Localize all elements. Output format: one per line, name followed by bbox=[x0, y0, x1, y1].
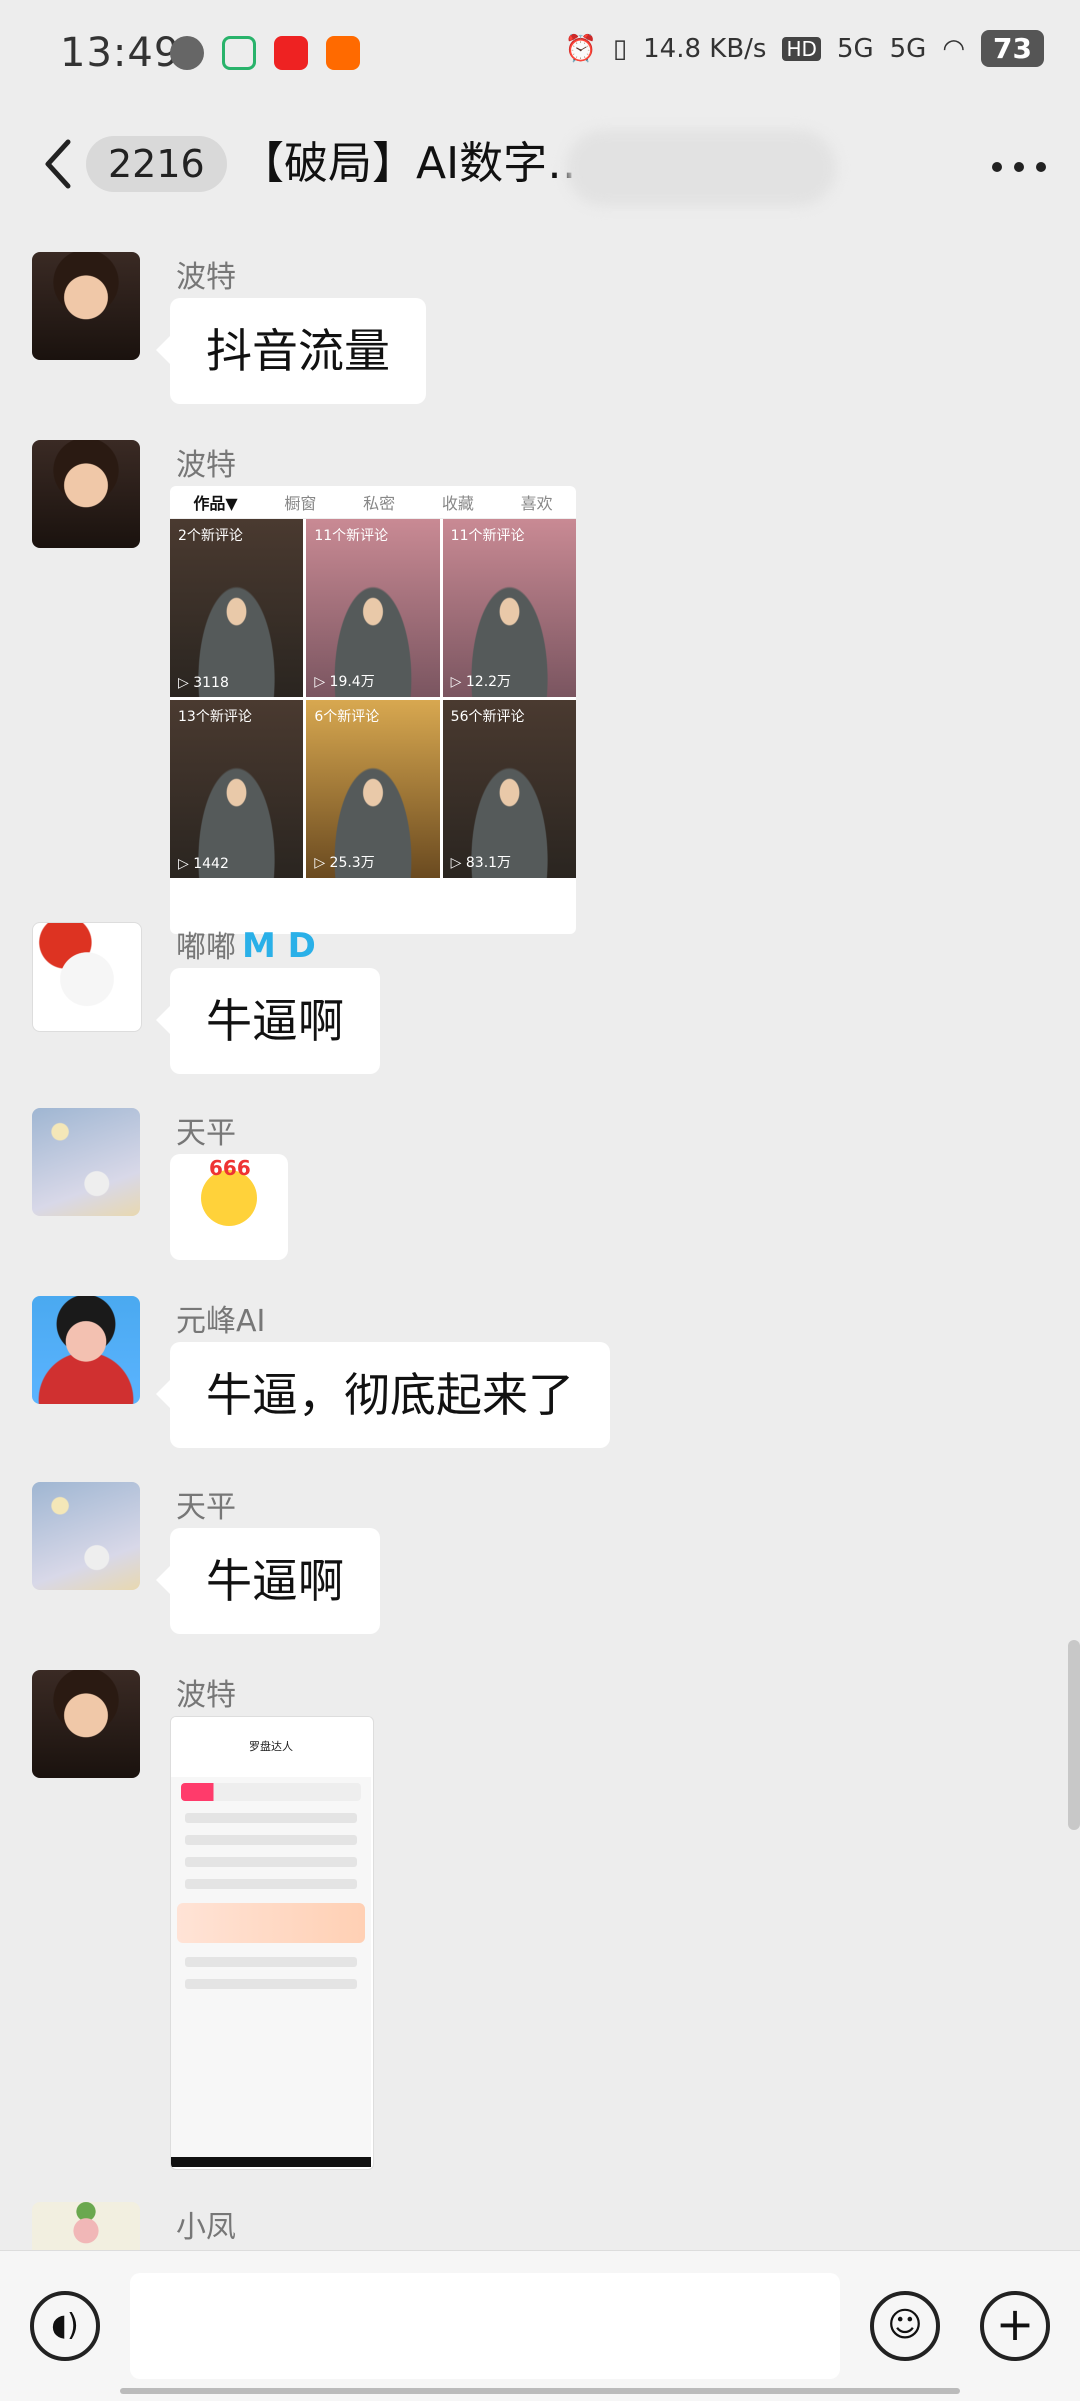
image-message[interactable]: 作品▼ 橱窗 私密 收藏 喜欢 2个新评论 ▷ 3118 11个新评论 ▷ 19… bbox=[170, 486, 576, 934]
video-thumb: 13个新评论 ▷ 1442 bbox=[170, 700, 304, 878]
avatar[interactable] bbox=[32, 2202, 140, 2250]
message-bubble[interactable]: 牛逼，彻底起来了 bbox=[156, 1342, 610, 1448]
sender-name-text: 嘟嘟 bbox=[176, 930, 236, 965]
red-app-icon bbox=[274, 36, 308, 70]
screenshot-line bbox=[185, 1857, 357, 1867]
thumb-views: ▷ 19.4万 bbox=[314, 674, 375, 690]
screenshot-line bbox=[185, 1879, 357, 1889]
status-right: ⏰ ▯ 14.8 KB/s HD 5G 5G ◠ 73 bbox=[564, 30, 1044, 67]
screenshot-line bbox=[185, 1813, 357, 1823]
avatar[interactable] bbox=[32, 922, 142, 1032]
plus-icon[interactable]: + bbox=[980, 2291, 1050, 2361]
alarm-icon: ⏰ bbox=[564, 33, 597, 64]
screenshot-title: 罗盘达人 bbox=[171, 1717, 371, 1777]
image-tab: 收藏 bbox=[441, 494, 474, 513]
avatar[interactable] bbox=[32, 1108, 140, 1216]
screenshot-line bbox=[185, 1979, 357, 1989]
chat-title: 【破局】AI数字… bbox=[240, 138, 592, 189]
thumb-comment-count: 2个新评论 bbox=[178, 528, 243, 544]
status-bar: 13:49 ⏰ ▯ 14.8 KB/s HD 5G 5G ◠ 73 bbox=[0, 0, 1080, 110]
video-grid: 2个新评论 ▷ 3118 11个新评论 ▷ 19.4万 11个新评论 ▷ 12.… bbox=[170, 519, 576, 878]
signal-1: 5G bbox=[836, 33, 874, 64]
sender-name: 元峰AI bbox=[176, 1304, 266, 1339]
orange-app-icon bbox=[326, 36, 360, 70]
thumb-comment-count: 56个新评论 bbox=[450, 709, 525, 725]
screenshot-line bbox=[185, 1957, 357, 1967]
image-message[interactable]: 罗盘达人 bbox=[170, 1716, 374, 2170]
message-bubble[interactable]: 牛逼啊 bbox=[156, 1528, 380, 1634]
avatar[interactable] bbox=[32, 1482, 140, 1590]
message-input[interactable] bbox=[130, 2273, 840, 2379]
sender-name: 嘟嘟 M D bbox=[176, 922, 316, 966]
sender-tag: M D bbox=[242, 926, 316, 966]
sender-name: 天平 bbox=[176, 1116, 236, 1151]
scrollbar[interactable] bbox=[1068, 1640, 1080, 1830]
avatar[interactable] bbox=[32, 1670, 140, 1778]
avatar[interactable] bbox=[32, 1296, 140, 1404]
battery-indicator: 73 bbox=[981, 30, 1044, 67]
video-thumb: 11个新评论 ▷ 19.4万 bbox=[306, 519, 440, 697]
wifi-icon: ◠ bbox=[942, 33, 966, 64]
sticker-message[interactable] bbox=[170, 1154, 288, 1260]
screenshot-line bbox=[185, 1835, 357, 1845]
video-thumb: 6个新评论 ▷ 25.3万 bbox=[306, 700, 440, 878]
hd-icon: HD bbox=[782, 36, 821, 61]
blurred-region bbox=[566, 130, 836, 206]
message-bubble[interactable]: 牛逼啊 bbox=[156, 968, 380, 1074]
video-thumb: 56个新评论 ▷ 83.1万 bbox=[442, 700, 576, 878]
unread-count-badge[interactable]: 2216 bbox=[86, 136, 227, 192]
thumb-comment-count: 11个新评论 bbox=[450, 528, 525, 544]
image-tab: 橱窗 bbox=[284, 494, 317, 513]
screenshot-footer bbox=[171, 2157, 371, 2167]
video-thumb: 2个新评论 ▷ 3118 bbox=[170, 519, 304, 697]
thinking-emoji-icon bbox=[201, 1156, 257, 1226]
sender-name: 小凤 bbox=[176, 2210, 236, 2245]
screenshot-tabs bbox=[181, 1783, 361, 1801]
wechat-icon bbox=[170, 36, 204, 70]
thumb-comment-count: 6个新评论 bbox=[314, 709, 380, 725]
more-options-icon[interactable] bbox=[992, 162, 1046, 172]
image-tabs: 作品▼ 橱窗 私密 收藏 喜欢 bbox=[170, 486, 576, 519]
sender-name: 波特 bbox=[176, 448, 236, 483]
message-bubble[interactable]: 抖音流量 bbox=[156, 298, 426, 404]
thumb-comment-count: 11个新评论 bbox=[314, 528, 389, 544]
emoji-icon[interactable]: ☺ bbox=[870, 2291, 940, 2361]
image-tab: 私密 bbox=[363, 494, 396, 513]
thumb-comment-count: 13个新评论 bbox=[178, 709, 252, 725]
signal-2: 5G bbox=[889, 33, 927, 64]
screenshot-banner bbox=[177, 1903, 365, 1943]
sender-name: 波特 bbox=[176, 260, 236, 295]
screenshot-thumbnail: 罗盘达人 bbox=[171, 1717, 371, 2167]
chat-header: 2216 【破局】AI数字… bbox=[0, 110, 1080, 220]
thumb-views: ▷ 12.2万 bbox=[450, 674, 512, 690]
sender-name: 天平 bbox=[176, 1490, 236, 1525]
image-tab: 喜欢 bbox=[520, 494, 553, 513]
vibrate-icon: ▯ bbox=[612, 33, 628, 64]
image-tab: 作品▼ bbox=[193, 494, 238, 513]
app-refresh-icon bbox=[222, 36, 256, 70]
net-speed: 14.8 KB/s bbox=[643, 33, 767, 64]
notification-icons bbox=[170, 36, 360, 70]
avatar[interactable] bbox=[32, 440, 140, 548]
thumb-views: ▷ 3118 bbox=[178, 675, 229, 691]
thumb-views: ▷ 83.1万 bbox=[450, 855, 512, 871]
video-thumb: 11个新评论 ▷ 12.2万 bbox=[442, 519, 576, 697]
thumb-views: ▷ 1442 bbox=[178, 856, 229, 872]
home-indicator bbox=[120, 2388, 960, 2394]
voice-input-icon[interactable]: ◖) bbox=[30, 2291, 100, 2361]
status-time: 13:49 bbox=[60, 30, 181, 76]
avatar[interactable] bbox=[32, 252, 140, 360]
thumb-views: ▷ 25.3万 bbox=[314, 855, 375, 871]
back-arrow-icon[interactable] bbox=[40, 136, 80, 192]
input-bar: ◖) ☺ + bbox=[0, 2250, 1080, 2401]
sender-name: 波特 bbox=[176, 1678, 236, 1713]
